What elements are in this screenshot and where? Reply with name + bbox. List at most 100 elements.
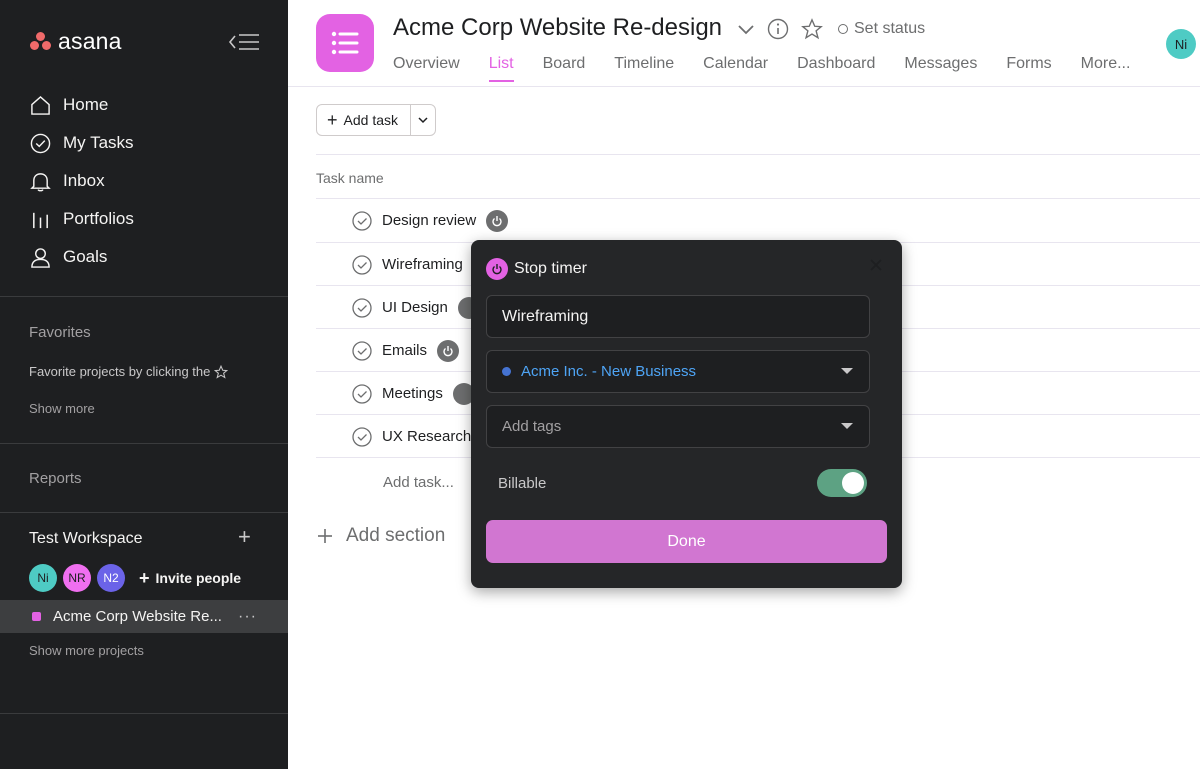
task-name-value: Wireframing — [502, 307, 589, 325]
table-row[interactable]: Emails — [352, 329, 460, 372]
avatar[interactable]: N2 — [97, 564, 125, 592]
add-task-inline[interactable]: Add task... — [383, 474, 454, 491]
complete-task-icon[interactable] — [352, 210, 372, 231]
chevron-down-icon[interactable] — [735, 18, 757, 40]
tab-board[interactable]: Board — [543, 55, 586, 82]
sidebar-item-label: Portfolios — [63, 209, 134, 228]
favorites-title[interactable]: Favorites — [29, 324, 91, 341]
status-ring-icon — [838, 24, 848, 34]
tab-timeline[interactable]: Timeline — [614, 55, 674, 82]
done-button[interactable]: Done — [486, 520, 887, 563]
workspace-members: Ni NR N2 + Invite people — [29, 564, 241, 592]
complete-task-icon[interactable] — [352, 254, 372, 275]
home-icon — [31, 95, 50, 115]
set-status-button[interactable]: Set status — [838, 20, 925, 38]
sidebar-project-item[interactable]: Acme Corp Website Re... ··· — [0, 600, 288, 633]
billable-toggle[interactable] — [817, 469, 867, 497]
avatar[interactable]: Ni — [29, 564, 57, 592]
sidebar-item-portfolios[interactable]: Portfolios — [0, 200, 288, 238]
tab-overview[interactable]: Overview — [393, 55, 460, 82]
tab-list[interactable]: List — [488, 55, 514, 82]
popover-header: Stop timer — [486, 258, 587, 280]
star-icon[interactable] — [801, 18, 823, 40]
divider — [288, 86, 1200, 87]
sidebar-item-goals[interactable]: Goals — [0, 238, 288, 276]
plus-icon: + — [139, 567, 150, 588]
caret-down-icon — [841, 368, 853, 374]
complete-task-icon[interactable] — [352, 297, 372, 318]
task-name[interactable]: Design review — [382, 212, 476, 229]
project-color-dot — [502, 367, 511, 376]
divider — [0, 512, 288, 513]
info-icon[interactable] — [767, 18, 789, 40]
task-name[interactable]: Wireframing — [382, 256, 463, 273]
asana-logo[interactable]: asana — [30, 28, 122, 55]
add-section-label: Add section — [346, 525, 446, 546]
project-icon[interactable] — [316, 14, 374, 72]
task-name[interactable]: UI Design — [382, 299, 448, 316]
table-row[interactable]: UX Research — [352, 415, 471, 458]
task-name[interactable]: UX Research — [382, 428, 471, 445]
billable-label: Billable — [498, 475, 547, 492]
collapse-sidebar-icon[interactable] — [228, 30, 260, 54]
show-more-projects[interactable]: Show more projects — [29, 643, 144, 658]
tab-forms[interactable]: Forms — [1006, 55, 1051, 82]
star-icon — [214, 364, 229, 379]
favorites-hint: Favorite projects by clicking the — [29, 364, 229, 379]
tab-more[interactable]: More... — [1081, 55, 1131, 82]
reports-title[interactable]: Reports — [29, 470, 82, 487]
add-task-dropdown[interactable] — [411, 105, 435, 135]
project-select[interactable]: Acme Inc. - New Business — [486, 350, 870, 393]
timer-icon[interactable] — [486, 209, 509, 232]
favorites-show-more[interactable]: Show more — [29, 401, 95, 416]
project-select-value: Acme Inc. - New Business — [521, 363, 697, 380]
sidebar-item-home[interactable]: Home — [0, 86, 288, 124]
tab-messages[interactable]: Messages — [904, 55, 977, 82]
tab-dashboard[interactable]: Dashboard — [797, 55, 875, 82]
favorites-hint-text: Favorite projects by clicking the — [29, 364, 211, 379]
timer-icon — [486, 258, 508, 280]
chevron-down-icon — [418, 117, 428, 124]
project-label: Acme Corp Website Re... — [53, 608, 222, 625]
sidebar-item-label: Inbox — [63, 171, 105, 190]
sidebar-item-my-tasks[interactable]: My Tasks — [0, 124, 288, 162]
divider — [0, 296, 288, 297]
table-row[interactable]: Meetings — [352, 372, 475, 415]
add-task-button-group: + Add task — [316, 104, 436, 136]
asana-logo-icon — [30, 31, 52, 52]
page-title[interactable]: Acme Corp Website Re-design — [393, 14, 722, 42]
sidebar-item-inbox[interactable]: Inbox — [0, 162, 288, 200]
stop-timer-popover: Stop timer Wireframing Acme Inc. - New B… — [471, 240, 902, 588]
task-name[interactable]: Emails — [382, 342, 427, 359]
add-section-button[interactable]: Add section — [316, 525, 445, 547]
set-status-label: Set status — [854, 20, 926, 37]
tab-calendar[interactable]: Calendar — [703, 55, 768, 82]
column-header-task-name[interactable]: Task name — [316, 170, 384, 186]
add-task-label: Add task — [343, 112, 398, 128]
tags-select[interactable]: Add tags — [486, 405, 870, 448]
complete-task-icon[interactable] — [352, 383, 372, 404]
popover-title: Stop timer — [514, 260, 587, 277]
project-color-dot — [32, 612, 41, 621]
table-row[interactable]: UI Design — [352, 286, 480, 329]
close-icon[interactable] — [869, 258, 883, 272]
avatar[interactable]: NR — [63, 564, 91, 592]
avatar[interactable]: Ni — [1166, 29, 1196, 59]
add-project-icon[interactable]: + — [238, 526, 251, 548]
table-row[interactable]: Design review — [352, 199, 509, 242]
workspace-title[interactable]: Test Workspace — [29, 530, 143, 548]
task-name-field[interactable]: Wireframing — [486, 295, 870, 338]
more-options-icon[interactable]: ··· — [238, 608, 257, 626]
tags-placeholder: Add tags — [502, 418, 562, 435]
bar-chart-icon — [33, 212, 48, 228]
complete-task-icon[interactable] — [352, 426, 372, 447]
sidebar-item-label: My Tasks — [63, 133, 134, 152]
complete-task-icon[interactable] — [352, 340, 372, 361]
divider — [0, 713, 288, 714]
sidebar: asana Home My Tasks Inbox Portfolios Goa… — [0, 0, 288, 769]
timer-icon[interactable] — [437, 339, 460, 362]
table-row[interactable]: Wireframing — [352, 243, 463, 286]
add-task-button[interactable]: + Add task — [317, 105, 411, 135]
invite-people-button[interactable]: + Invite people — [139, 568, 241, 589]
task-name[interactable]: Meetings — [382, 385, 443, 402]
